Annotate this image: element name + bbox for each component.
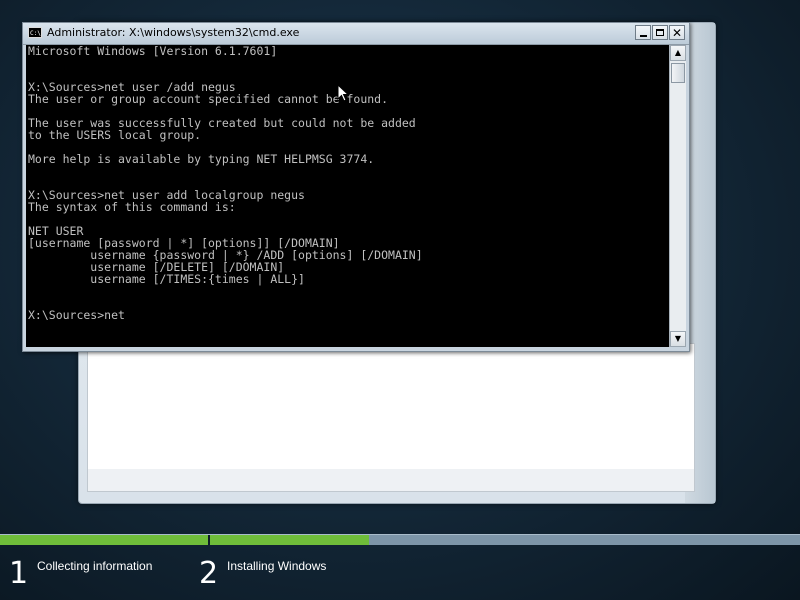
progress-collecting-information [0,535,208,545]
step-1-label: Collecting information [37,559,153,573]
scroll-down-button[interactable]: ▼ [670,331,686,347]
scroll-thumb[interactable] [671,63,685,83]
minimize-icon [639,34,647,37]
cmd-titlebar[interactable]: C:\ Administrator: X:\windows\system32\c… [23,23,689,45]
setup-footer [87,469,695,492]
step-1-number: 1 [9,556,29,591]
close-icon: ✕ [671,25,683,40]
vertical-scrollbar[interactable]: ▲ ▼ [669,45,686,347]
setup-content-panel [87,343,695,473]
minimize-button[interactable] [635,25,651,40]
step-2-number: 2 [199,556,219,591]
setup-progress-bar [0,534,800,545]
maximize-icon [656,29,664,36]
maximize-button[interactable] [652,25,668,40]
scroll-up-button[interactable]: ▲ [670,45,686,61]
cmd-icon[interactable]: C:\ [28,27,42,38]
mouse-cursor-icon [337,84,349,102]
cmd-window[interactable]: C:\ Administrator: X:\windows\system32\c… [22,22,690,352]
close-button[interactable]: ✕ [669,25,685,40]
progress-installing-windows [210,535,369,545]
step-2-label: Installing Windows [227,559,327,573]
cmd-window-title: Administrator: X:\windows\system32\cmd.e… [47,26,300,39]
